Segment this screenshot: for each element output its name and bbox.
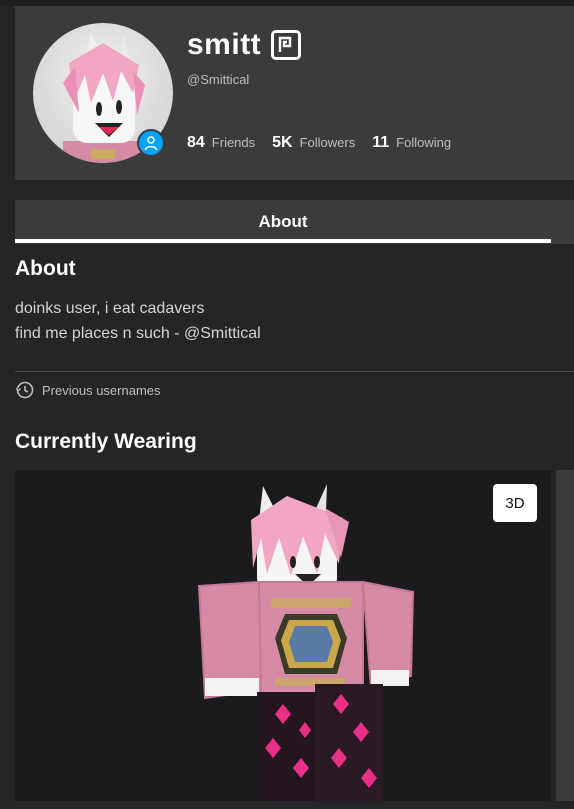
about-heading: About xyxy=(15,257,76,280)
about-line: find me places n such - @Smittical xyxy=(15,325,261,342)
section-divider xyxy=(15,371,574,372)
active-tab-indicator xyxy=(15,239,551,243)
username: @Smittical xyxy=(187,72,250,87)
online-user-icon xyxy=(137,129,165,157)
toggle-3d-button[interactable]: 3D xyxy=(493,484,537,522)
profile-tabs: About xyxy=(15,200,574,244)
previous-usernames-label: Previous usernames xyxy=(42,382,161,398)
history-icon xyxy=(15,381,34,399)
profile-header: smitt @Smittical 84 Friends 5K Followers… xyxy=(15,6,574,180)
verified-badge-icon xyxy=(271,30,302,60)
stat-label: Following xyxy=(396,135,452,150)
tab-about[interactable]: About xyxy=(15,200,551,244)
stat-value: 11 xyxy=(372,134,390,151)
currently-wearing-heading: Currently Wearing xyxy=(15,430,197,453)
avatar-full-body xyxy=(197,484,415,801)
display-name-row: smitt xyxy=(187,28,302,62)
stat-label: Followers xyxy=(299,135,356,150)
stat-following[interactable]: 11 Following xyxy=(372,134,451,152)
avatar-3d-viewer[interactable]: 3D xyxy=(15,470,551,801)
display-name: smitt xyxy=(187,28,262,61)
stat-value: 84 xyxy=(187,134,205,151)
stat-value: 5K xyxy=(272,134,293,151)
side-panel-edge xyxy=(556,470,574,801)
stat-followers[interactable]: 5K Followers xyxy=(272,134,355,152)
stat-friends[interactable]: 84 Friends xyxy=(187,134,255,152)
stat-label: Friends xyxy=(211,135,256,150)
about-description: doinks user, i eat cadavers find me plac… xyxy=(15,296,261,346)
profile-stats: 84 Friends 5K Followers 11 Following xyxy=(187,134,468,152)
previous-usernames-link[interactable]: Previous usernames xyxy=(15,380,161,400)
about-line: doinks user, i eat cadavers xyxy=(15,300,205,317)
avatar-headshot[interactable] xyxy=(33,23,173,163)
